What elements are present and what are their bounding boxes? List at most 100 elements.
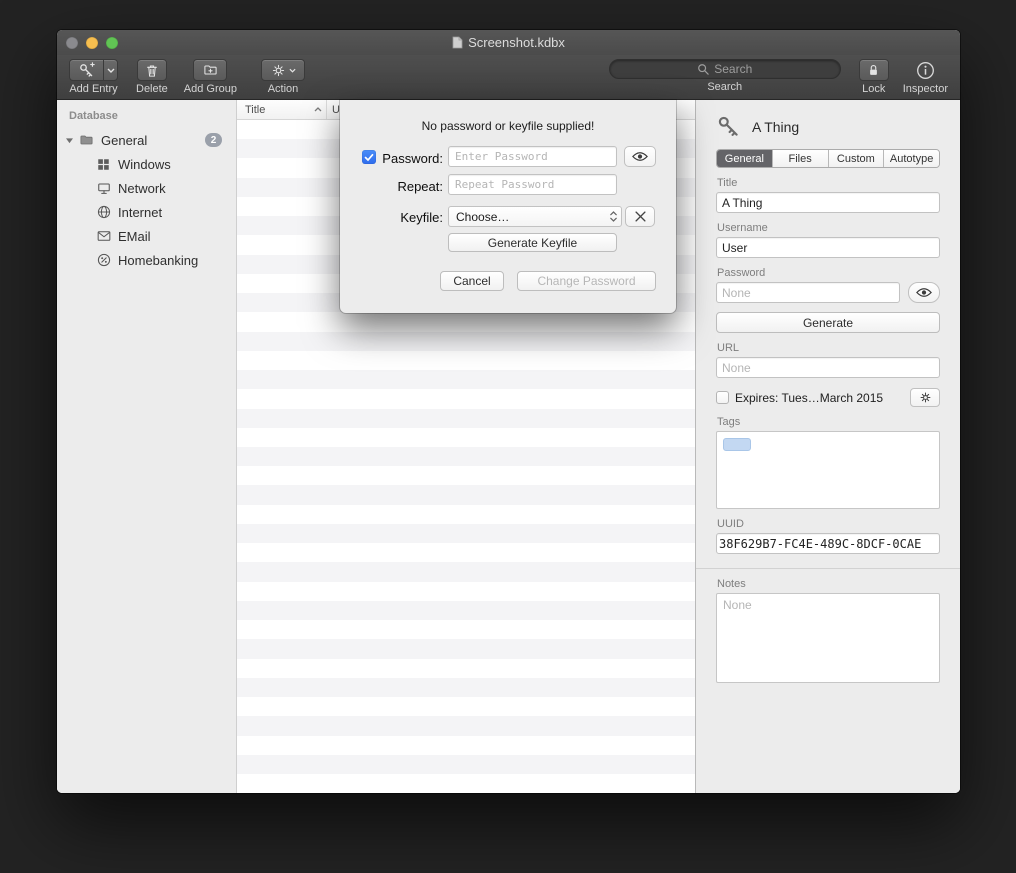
entry-row[interactable] [237, 466, 695, 485]
uuid-input[interactable] [716, 533, 940, 554]
entry-row[interactable] [237, 678, 695, 697]
repeat-password-input[interactable] [448, 174, 617, 195]
notes-textarea[interactable] [716, 593, 940, 683]
entry-row[interactable] [237, 428, 695, 447]
tab-files[interactable]: Files [772, 150, 828, 167]
entry-row[interactable] [237, 582, 695, 601]
tags-box[interactable] [716, 431, 940, 509]
entry-row[interactable] [237, 697, 695, 716]
keyfile-popup[interactable]: Choose… [448, 206, 622, 227]
entry-row[interactable] [237, 409, 695, 428]
close-button[interactable] [66, 37, 78, 49]
add-group-button[interactable] [193, 59, 227, 81]
tab-custom[interactable]: Custom [828, 150, 884, 167]
inspector-reveal-password-button[interactable] [908, 282, 940, 303]
inspector-password-input[interactable] [716, 282, 900, 303]
add-entry-dropdown-button[interactable] [103, 59, 118, 81]
column-header-title[interactable]: Title [237, 100, 327, 119]
x-icon [635, 211, 646, 222]
column-header-username[interactable]: U [327, 100, 340, 119]
window-title-text: Screenshot.kdbx [468, 35, 565, 50]
sidebar-item-label: EMail [118, 229, 151, 244]
entry-row[interactable] [237, 543, 695, 562]
entry-row[interactable] [237, 485, 695, 504]
entry-row[interactable] [237, 351, 695, 370]
url-input[interactable] [716, 357, 940, 378]
sidebar-item-label: General [101, 133, 147, 148]
entry-row[interactable] [237, 562, 695, 581]
entry-row[interactable] [237, 447, 695, 466]
sidebar-item-internet[interactable]: Internet [57, 200, 236, 224]
action-button[interactable] [261, 59, 305, 81]
toolbar-item-inspector: Inspector [903, 59, 948, 95]
entry-row[interactable] [237, 332, 695, 351]
toolbar-item-action: Action [261, 59, 305, 95]
lock-button[interactable] [859, 59, 889, 81]
change-password-button[interactable]: Change Password [517, 271, 656, 291]
title-field-label: Title [717, 177, 940, 189]
sidebar-item-label: Network [118, 181, 166, 196]
inspector-button[interactable] [916, 59, 935, 81]
sidebar-item-windows[interactable]: Windows [57, 152, 236, 176]
password-input[interactable] [448, 146, 617, 167]
tab-autotype[interactable]: Autotype [883, 150, 939, 167]
entry-row[interactable] [237, 389, 695, 408]
sidebar-item-homebanking[interactable]: Homebanking [57, 248, 236, 272]
tab-general[interactable]: General [717, 150, 772, 167]
entry-title-heading: A Thing [752, 119, 799, 135]
expires-checkbox[interactable] [716, 391, 729, 404]
sidebar-item-label: Windows [118, 157, 171, 172]
password-field-label: Password [717, 267, 940, 279]
change-password-sheet: No password or keyfile supplied! Passwor… [340, 100, 676, 313]
minimize-button[interactable] [86, 37, 98, 49]
password-label: Password: [340, 151, 443, 166]
clear-keyfile-button[interactable] [625, 206, 655, 227]
keyfile-popup-value: Choose… [456, 210, 509, 224]
generate-keyfile-button[interactable]: Generate Keyfile [448, 233, 617, 252]
sidebar-section-header: Database [57, 108, 236, 128]
gear-icon [271, 63, 286, 78]
entry-row[interactable] [237, 370, 695, 389]
entry-row[interactable] [237, 774, 695, 793]
cancel-button[interactable]: Cancel [440, 271, 504, 291]
tag-token[interactable] [723, 438, 751, 451]
app-window: Screenshot.kdbx Add Entry [57, 30, 960, 793]
windows-icon [95, 157, 112, 172]
inspector-tabs: General Files Custom Autotype [716, 149, 940, 168]
sidebar-item-email[interactable]: EMail [57, 224, 236, 248]
sidebar-item-label: Homebanking [118, 253, 198, 268]
entry-row[interactable] [237, 312, 695, 331]
username-input[interactable] [716, 237, 940, 258]
entry-row[interactable] [237, 659, 695, 678]
envelope-icon [95, 229, 112, 243]
reveal-password-button[interactable] [624, 146, 656, 167]
add-entry-button[interactable] [69, 59, 103, 81]
content-area: Database General 2 Windows [57, 100, 960, 793]
keyfile-label: Keyfile: [340, 210, 443, 225]
expires-label: Expires: Tues…March 2015 [735, 391, 883, 405]
entry-row[interactable] [237, 639, 695, 658]
zoom-button[interactable] [106, 37, 118, 49]
entry-row[interactable] [237, 755, 695, 774]
title-input[interactable] [716, 192, 940, 213]
chevron-down-icon [289, 68, 296, 73]
entry-row[interactable] [237, 524, 695, 543]
entry-row[interactable] [237, 716, 695, 735]
entry-row[interactable] [237, 601, 695, 620]
info-circle-icon [916, 61, 935, 80]
delete-button[interactable] [137, 59, 167, 81]
entry-row[interactable] [237, 620, 695, 639]
entry-row[interactable] [237, 505, 695, 524]
sidebar: Database General 2 Windows [57, 100, 237, 793]
search-input[interactable]: Search [609, 59, 841, 79]
entry-row[interactable] [237, 736, 695, 755]
sidebar-item-network[interactable]: Network [57, 176, 236, 200]
globe-icon [95, 204, 112, 220]
add-group-label: Add Group [184, 83, 237, 95]
sidebar-item-general[interactable]: General 2 [57, 128, 236, 152]
expires-settings-button[interactable] [910, 388, 940, 407]
disclosure-triangle-icon[interactable] [63, 137, 75, 144]
padlock-icon [866, 62, 881, 78]
generate-password-button[interactable]: Generate [716, 312, 940, 333]
delete-label: Delete [136, 83, 168, 95]
